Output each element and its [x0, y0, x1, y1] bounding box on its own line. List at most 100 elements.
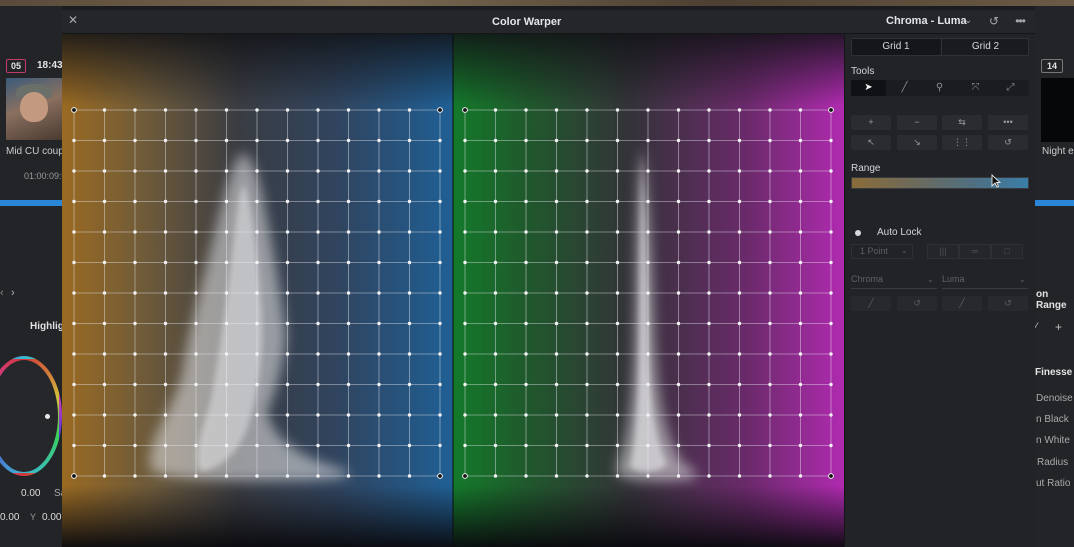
grid-control-point[interactable] [798, 443, 803, 448]
grid-control-point[interactable] [316, 474, 320, 478]
grid-control-point[interactable] [737, 321, 742, 326]
grid-control-point[interactable] [194, 138, 198, 143]
grid-control-point[interactable] [285, 230, 290, 234]
grid-control-point[interactable] [676, 199, 681, 204]
grid-control-point[interactable] [133, 230, 137, 234]
grid-control-point[interactable] [463, 382, 467, 387]
grid-control-point[interactable] [829, 443, 833, 448]
color-wheel-puck[interactable] [45, 414, 50, 419]
grid-corner-handle[interactable] [71, 107, 77, 113]
grid-control-point[interactable] [524, 443, 528, 448]
grid-control-point[interactable] [829, 138, 833, 143]
grid-control-point[interactable] [463, 199, 467, 204]
grid-control-point[interactable] [438, 443, 442, 448]
grid-control-point[interactable] [407, 291, 412, 295]
grid-control-point[interactable] [438, 138, 442, 143]
grid-control-point[interactable] [615, 413, 620, 417]
tab-grid-1[interactable]: Grid 1 [852, 39, 940, 55]
grid-control-point[interactable] [646, 413, 650, 417]
grid-control-point[interactable] [224, 199, 229, 204]
grid-control-point[interactable] [72, 321, 76, 326]
grid-control-point[interactable] [285, 443, 290, 448]
grid-control-point[interactable] [737, 382, 742, 387]
grid-control-point[interactable] [524, 108, 528, 112]
grid-control-point[interactable] [163, 108, 168, 112]
grid-control-point[interactable] [707, 321, 711, 326]
pin-tool-button[interactable]: ⚲ [922, 80, 957, 96]
grid-control-point[interactable] [585, 443, 589, 448]
grid-control-point[interactable] [524, 413, 528, 417]
grid-control-point[interactable] [316, 260, 320, 265]
grid-control-point[interactable] [346, 443, 351, 448]
grid-control-point[interactable] [346, 230, 351, 234]
grid-control-point[interactable] [829, 352, 833, 356]
grid-control-point[interactable] [798, 108, 803, 112]
grid-control-point[interactable] [72, 352, 76, 356]
grid-control-point[interactable] [768, 443, 772, 448]
auto-lock-toggle[interactable] [855, 230, 861, 236]
grid-control-point[interactable] [163, 230, 168, 234]
grid-control-point[interactable] [72, 291, 76, 295]
grid-control-point[interactable] [737, 352, 742, 356]
grid-control-point[interactable] [407, 199, 412, 204]
grid-control-point[interactable] [255, 169, 259, 173]
grid-control-point[interactable] [438, 321, 442, 326]
grid-control-point[interactable] [194, 169, 198, 173]
grid-control-point[interactable] [194, 413, 198, 417]
grid-control-point[interactable] [133, 108, 137, 112]
grid-control-point[interactable] [72, 260, 76, 265]
swap-button[interactable]: ⇆ [942, 115, 982, 130]
grid-control-point[interactable] [524, 352, 528, 356]
grid-control-point[interactable] [407, 352, 412, 356]
grid-control-point[interactable] [676, 230, 681, 234]
grid-control-point[interactable] [346, 169, 351, 173]
grid-control-point[interactable] [493, 443, 498, 448]
grid-control-point[interactable] [438, 291, 442, 295]
grid-control-point[interactable] [646, 352, 650, 356]
grid-control-point[interactable] [768, 260, 772, 265]
grid-control-point[interactable] [798, 138, 803, 143]
window-title-bar[interactable]: ✕ Color Warper Chroma - Luma ⌄ ↺ ••• [62, 10, 1035, 34]
tab-grid-2[interactable]: Grid 2 [941, 39, 1029, 55]
grid-control-point[interactable] [163, 260, 168, 265]
grid-control-point[interactable] [737, 260, 742, 265]
grid-control-point[interactable] [646, 138, 650, 143]
clip-number-badge-right[interactable]: 14 [1041, 59, 1063, 73]
chroma-pick-button[interactable]: ╱ [851, 296, 891, 311]
grid-control-point[interactable] [316, 169, 320, 173]
grid-control-point[interactable] [255, 260, 259, 265]
grid-corner-handle[interactable] [437, 473, 443, 479]
grid-control-point[interactable] [524, 138, 528, 143]
grid-control-point[interactable] [676, 291, 681, 295]
grid-control-point[interactable] [285, 169, 290, 173]
grid-control-point[interactable] [524, 291, 528, 295]
grid-control-point[interactable] [316, 352, 320, 356]
grid-control-point[interactable] [255, 474, 259, 478]
grid-control-point[interactable] [163, 138, 168, 143]
grid-control-point[interactable] [463, 230, 467, 234]
grid-control-point[interactable] [676, 260, 681, 265]
grid-control-point[interactable] [255, 321, 259, 326]
grid-control-point[interactable] [707, 138, 711, 143]
grid-corner-handle[interactable] [828, 107, 834, 113]
add-point-button[interactable]: + [851, 115, 891, 130]
grid-control-point[interactable] [676, 138, 681, 143]
grid-control-point[interactable] [615, 199, 620, 204]
grid-control-point[interactable] [463, 352, 467, 356]
grid-control-point[interactable] [133, 260, 137, 265]
grid-control-point[interactable] [493, 413, 498, 417]
grid-control-point[interactable] [493, 291, 498, 295]
grid-control-point[interactable] [768, 474, 772, 478]
grid-control-point[interactable] [163, 199, 168, 204]
grid-control-point[interactable] [316, 321, 320, 326]
chroma-reset-button[interactable]: ↺ [897, 296, 937, 311]
warp-grids[interactable] [62, 34, 844, 547]
reset-icon[interactable]: ↺ [986, 13, 1002, 29]
grid-corner-handle[interactable] [462, 473, 468, 479]
grid-control-point[interactable] [224, 291, 229, 295]
grid-control-point[interactable] [676, 108, 681, 112]
grid-control-point[interactable] [615, 382, 620, 387]
grid-control-point[interactable] [133, 474, 137, 478]
grid-control-point[interactable] [768, 138, 772, 143]
grid-control-point[interactable] [737, 291, 742, 295]
